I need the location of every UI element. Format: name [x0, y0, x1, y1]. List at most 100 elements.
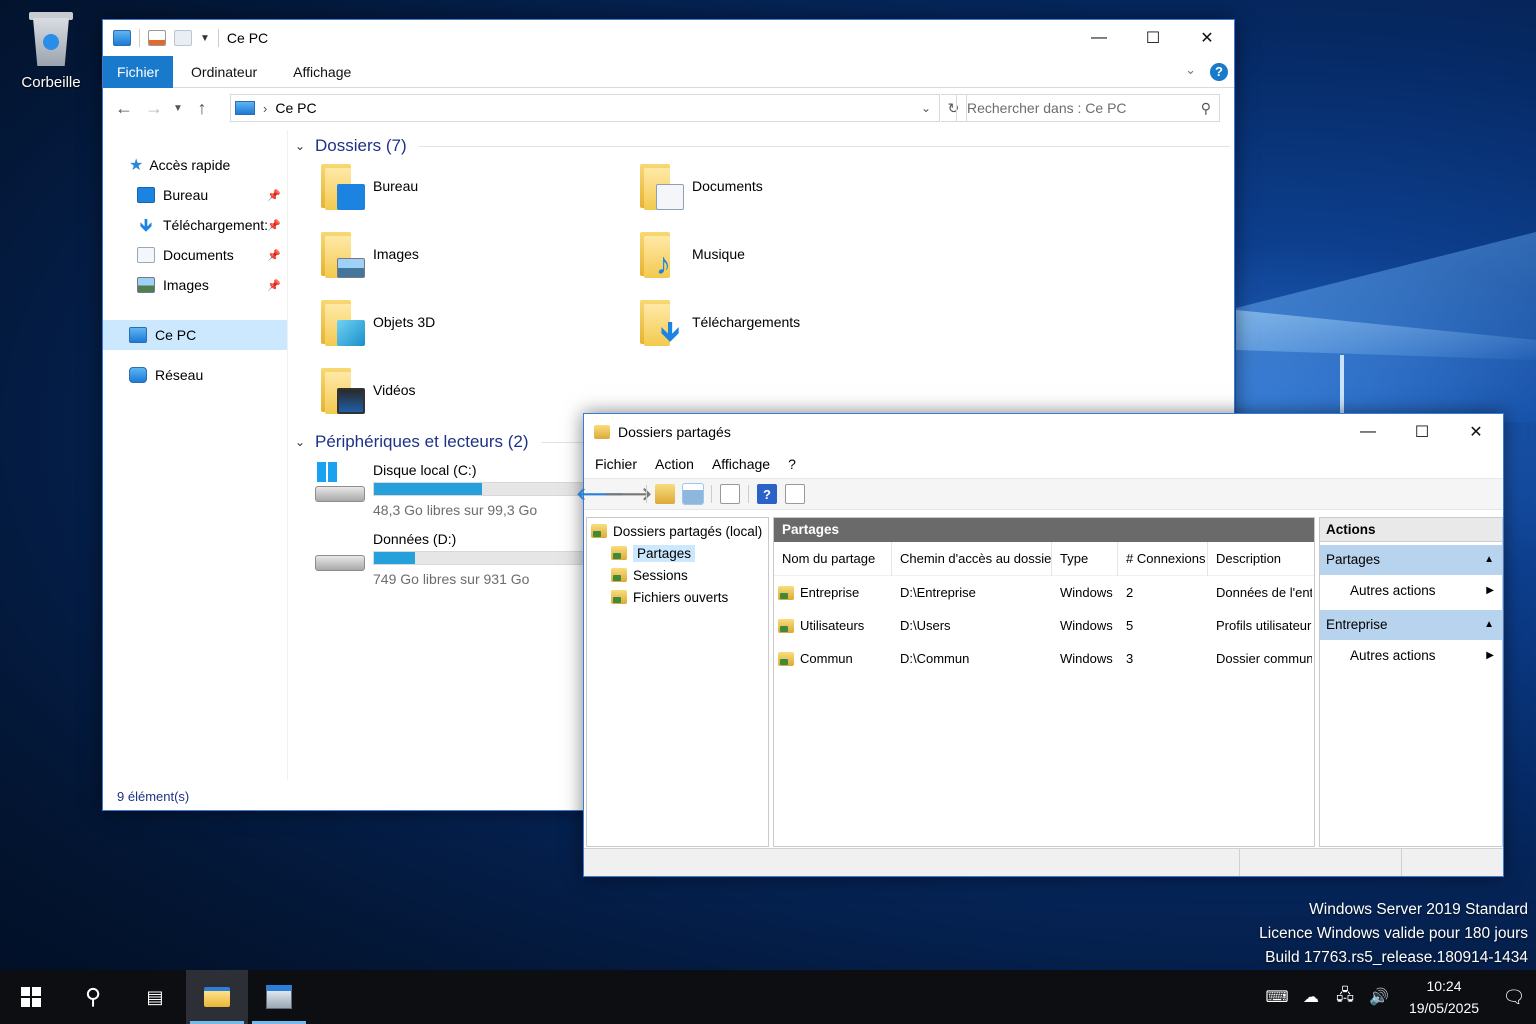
- tree-item-sessions[interactable]: Sessions: [587, 564, 768, 586]
- tab-ordinateur[interactable]: Ordinateur: [173, 56, 275, 88]
- column-header[interactable]: Description: [1208, 542, 1312, 576]
- folder-music-icon: ♪: [640, 230, 684, 280]
- start-button[interactable]: [0, 970, 62, 1024]
- drive-d[interactable]: Données (D:) 749 Go libres sur 931 Go: [313, 531, 585, 587]
- menu-help[interactable]: ?: [779, 456, 805, 472]
- minimize-button[interactable]: —: [1072, 20, 1126, 56]
- task-view-button[interactable]: ▤: [124, 970, 186, 1024]
- taskbar-explorer-button[interactable]: [186, 970, 248, 1024]
- column-header[interactable]: Chemin d'accès au dossier: [892, 541, 1052, 576]
- recycle-bin-label: Corbeille: [21, 74, 81, 91]
- folder-label: Vidéos: [373, 382, 416, 398]
- folder-videos[interactable]: Vidéos: [321, 366, 416, 414]
- sidebar-item-quick-access[interactable]: ★ Accès rapide: [103, 150, 287, 180]
- shared-folders-window[interactable]: Dossiers partagés — ☐ ✕ Fichier Action A…: [576, 413, 1504, 877]
- pin-icon[interactable]: 📌: [267, 279, 281, 292]
- breadcrumb[interactable]: Ce PC: [275, 100, 316, 116]
- taskbar-server-manager-button[interactable]: [248, 970, 310, 1024]
- table-row[interactable]: Utilisateurs D:\Users Windows 5 Profils …: [774, 609, 1314, 642]
- pin-icon[interactable]: 📌: [267, 249, 281, 262]
- column-header[interactable]: Nom du partage: [774, 541, 892, 576]
- new-folder-icon[interactable]: [174, 30, 192, 46]
- customize-toolbar-chevron-icon[interactable]: ▼: [200, 33, 210, 44]
- actions-section-entreprise[interactable]: Entreprise ▲: [1320, 610, 1502, 640]
- tab-affichage[interactable]: Affichage: [275, 56, 369, 88]
- volume-icon[interactable]: 🔊: [1362, 987, 1396, 1007]
- help-icon[interactable]: ?: [1210, 63, 1228, 81]
- share-description: Données de l'entreprise: [1216, 585, 1312, 600]
- share-description: Dossier commun: [1216, 651, 1312, 666]
- collapse-triangle-icon[interactable]: ▲: [1484, 545, 1494, 575]
- sidebar-item-telechargements[interactable]: 🡻 Téléchargement: 📌: [103, 210, 287, 240]
- table-row[interactable]: Entreprise D:\Entreprise Windows 2 Donné…: [774, 576, 1314, 609]
- folders-group-header[interactable]: ⌄ Dossiers (7): [295, 132, 1230, 160]
- tree-item-partages[interactable]: Partages: [587, 542, 768, 564]
- folder-bureau[interactable]: Bureau: [321, 162, 418, 210]
- up-folder-icon[interactable]: [655, 484, 675, 504]
- column-header[interactable]: Type: [1052, 541, 1118, 576]
- help-icon[interactable]: ?: [757, 484, 777, 504]
- address-field[interactable]: › Ce PC ⌄: [230, 94, 940, 122]
- sessions-icon: [611, 568, 627, 582]
- collapse-chevron-icon[interactable]: ⌄: [295, 435, 307, 449]
- mmc-titlebar[interactable]: Dossiers partagés — ☐ ✕: [584, 414, 1503, 450]
- cloud-icon[interactable]: ☁: [1294, 987, 1328, 1007]
- clock-date: 19/05/2025: [1408, 1000, 1480, 1016]
- search-input[interactable]: Rechercher dans : Ce PC ⚲: [956, 94, 1220, 122]
- recent-locations-chevron-icon[interactable]: ▼: [169, 103, 187, 114]
- action-center-icon[interactable]: 🗨: [1492, 987, 1536, 1008]
- sidebar-item-network[interactable]: Réseau: [103, 360, 287, 390]
- actions-section-partages[interactable]: Partages ▲: [1320, 545, 1502, 575]
- address-bar-row: ← → ▼ ↑ › Ce PC ⌄ ↻ Rechercher dans : Ce…: [103, 88, 1234, 128]
- show-hide-tree-icon[interactable]: [682, 483, 704, 505]
- sidebar-item-documents[interactable]: Documents 📌: [103, 240, 287, 270]
- folder-telechargements[interactable]: 🡻 Téléchargements: [640, 298, 800, 346]
- tab-fichier[interactable]: Fichier: [103, 55, 174, 88]
- recycle-bin-desktop-icon[interactable]: Corbeille: [12, 8, 90, 91]
- back-arrow-icon[interactable]: ←: [109, 98, 139, 119]
- properties-icon[interactable]: [785, 484, 805, 504]
- column-header[interactable]: # Connexions: [1118, 541, 1208, 576]
- drive-free-space: 48,3 Go libres sur 99,3 Go: [373, 502, 538, 518]
- collapse-triangle-icon[interactable]: ▲: [1484, 610, 1494, 640]
- explorer-titlebar[interactable]: ▼ Ce PC — ☐ ✕: [103, 20, 1234, 56]
- breadcrumb-chevron-icon[interactable]: ›: [263, 101, 267, 116]
- more-actions-item[interactable]: Autres actions ▶: [1320, 575, 1502, 607]
- pin-icon[interactable]: 📌: [267, 219, 281, 232]
- close-button[interactable]: ✕: [1180, 20, 1234, 56]
- collapse-chevron-icon[interactable]: ⌄: [295, 139, 307, 153]
- table-row[interactable]: Commun D:\Commun Windows 3 Dossier commu…: [774, 642, 1314, 675]
- drive-c[interactable]: Disque local (C:) 48,3 Go libres sur 99,…: [313, 462, 585, 518]
- more-actions-item[interactable]: Autres actions ▶: [1320, 640, 1502, 672]
- network-icon[interactable]: 🖧: [1328, 984, 1362, 1011]
- forward-arrow-icon[interactable]: 🡒: [604, 484, 652, 504]
- up-arrow-icon[interactable]: ↑: [187, 98, 217, 119]
- minimize-button[interactable]: —: [1341, 414, 1395, 450]
- tree-item-fichiers-ouverts[interactable]: Fichiers ouverts: [587, 586, 768, 608]
- folder-documents[interactable]: Documents: [640, 162, 763, 210]
- close-button[interactable]: ✕: [1449, 414, 1503, 450]
- folder-musique[interactable]: ♪ Musique: [640, 230, 745, 280]
- tree-root[interactable]: Dossiers partagés (local): [587, 520, 768, 542]
- sidebar-item-this-pc[interactable]: Ce PC: [103, 320, 287, 350]
- pin-icon[interactable]: 📌: [267, 189, 281, 202]
- menu-action[interactable]: Action: [646, 456, 703, 472]
- address-dropdown-icon[interactable]: ⌄: [921, 101, 931, 115]
- maximize-button[interactable]: ☐: [1126, 20, 1180, 56]
- share-name: Entreprise: [800, 585, 860, 600]
- expand-ribbon-chevron-icon[interactable]: ⌄: [1185, 62, 1196, 78]
- sidebar-item-images[interactable]: Images 📌: [103, 270, 287, 300]
- menu-affichage[interactable]: Affichage: [703, 456, 779, 472]
- menu-fichier[interactable]: Fichier: [586, 456, 646, 472]
- search-button[interactable]: ⚲: [62, 970, 124, 1024]
- folder-images[interactable]: Images: [321, 230, 419, 278]
- forward-arrow-icon[interactable]: →: [139, 98, 169, 119]
- maximize-button[interactable]: ☐: [1395, 414, 1449, 450]
- clock[interactable]: 10:24 19/05/2025: [1396, 975, 1492, 1019]
- share-path: D:\Entreprise: [900, 585, 976, 600]
- keyboard-icon[interactable]: ⌨: [1260, 987, 1294, 1007]
- folder-objets-3d[interactable]: Objets 3D: [321, 298, 435, 346]
- export-list-icon[interactable]: [720, 484, 740, 504]
- properties-icon[interactable]: [148, 30, 166, 46]
- sidebar-item-bureau[interactable]: Bureau 📌: [103, 180, 287, 210]
